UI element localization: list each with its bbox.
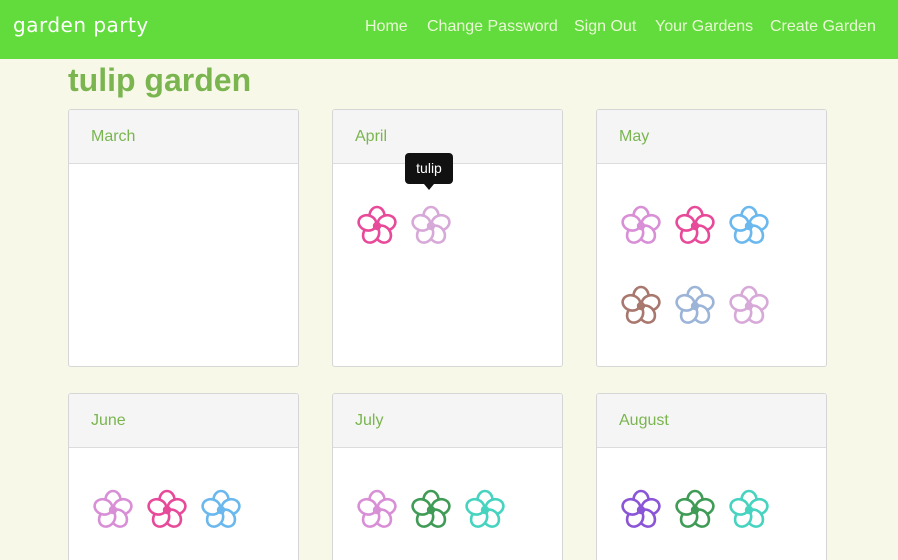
nav-sign-out[interactable]: Sign Out	[574, 18, 636, 36]
brand-logo[interactable]: garden party	[13, 13, 149, 37]
flower-icon[interactable]	[728, 489, 770, 531]
month-card-june: June	[68, 393, 299, 560]
flower-icon[interactable]	[464, 489, 506, 531]
month-header: August	[597, 394, 826, 448]
month-card-may: May	[596, 109, 827, 367]
flower-icon[interactable]	[728, 285, 770, 327]
flower-icon[interactable]	[92, 489, 134, 531]
flower-icon[interactable]	[620, 285, 662, 327]
flower-icon[interactable]	[410, 489, 452, 531]
flower-icon[interactable]	[356, 489, 398, 531]
nav-create-garden[interactable]: Create Garden	[770, 18, 876, 36]
flower-icon[interactable]	[620, 489, 662, 531]
month-header: July	[333, 394, 562, 448]
flower-icon[interactable]	[674, 285, 716, 327]
flower-icon[interactable]	[146, 489, 188, 531]
month-header: June	[69, 394, 298, 448]
month-card-march: March	[68, 109, 299, 367]
flower-icon[interactable]	[674, 205, 716, 247]
nav-change-password[interactable]: Change Password	[427, 18, 558, 36]
month-header: March	[69, 110, 298, 164]
flower-tooltip: tulip	[405, 153, 453, 190]
flower-icon[interactable]	[674, 489, 716, 531]
flower-icon[interactable]	[356, 205, 398, 247]
month-header: May	[597, 110, 826, 164]
nav-home[interactable]: Home	[365, 18, 408, 36]
month-card-april: April	[332, 109, 563, 367]
flower-icon[interactable]	[728, 205, 770, 247]
navbar: garden party Home Change Password Sign O…	[0, 0, 898, 59]
flower-icon[interactable]	[200, 489, 242, 531]
page-title: tulip garden	[68, 62, 252, 98]
month-card-july: July	[332, 393, 563, 560]
nav-your-gardens[interactable]: Your Gardens	[655, 18, 753, 36]
flower-icon[interactable]	[410, 205, 452, 247]
month-card-august: August	[596, 393, 827, 560]
flower-icon[interactable]	[620, 205, 662, 247]
